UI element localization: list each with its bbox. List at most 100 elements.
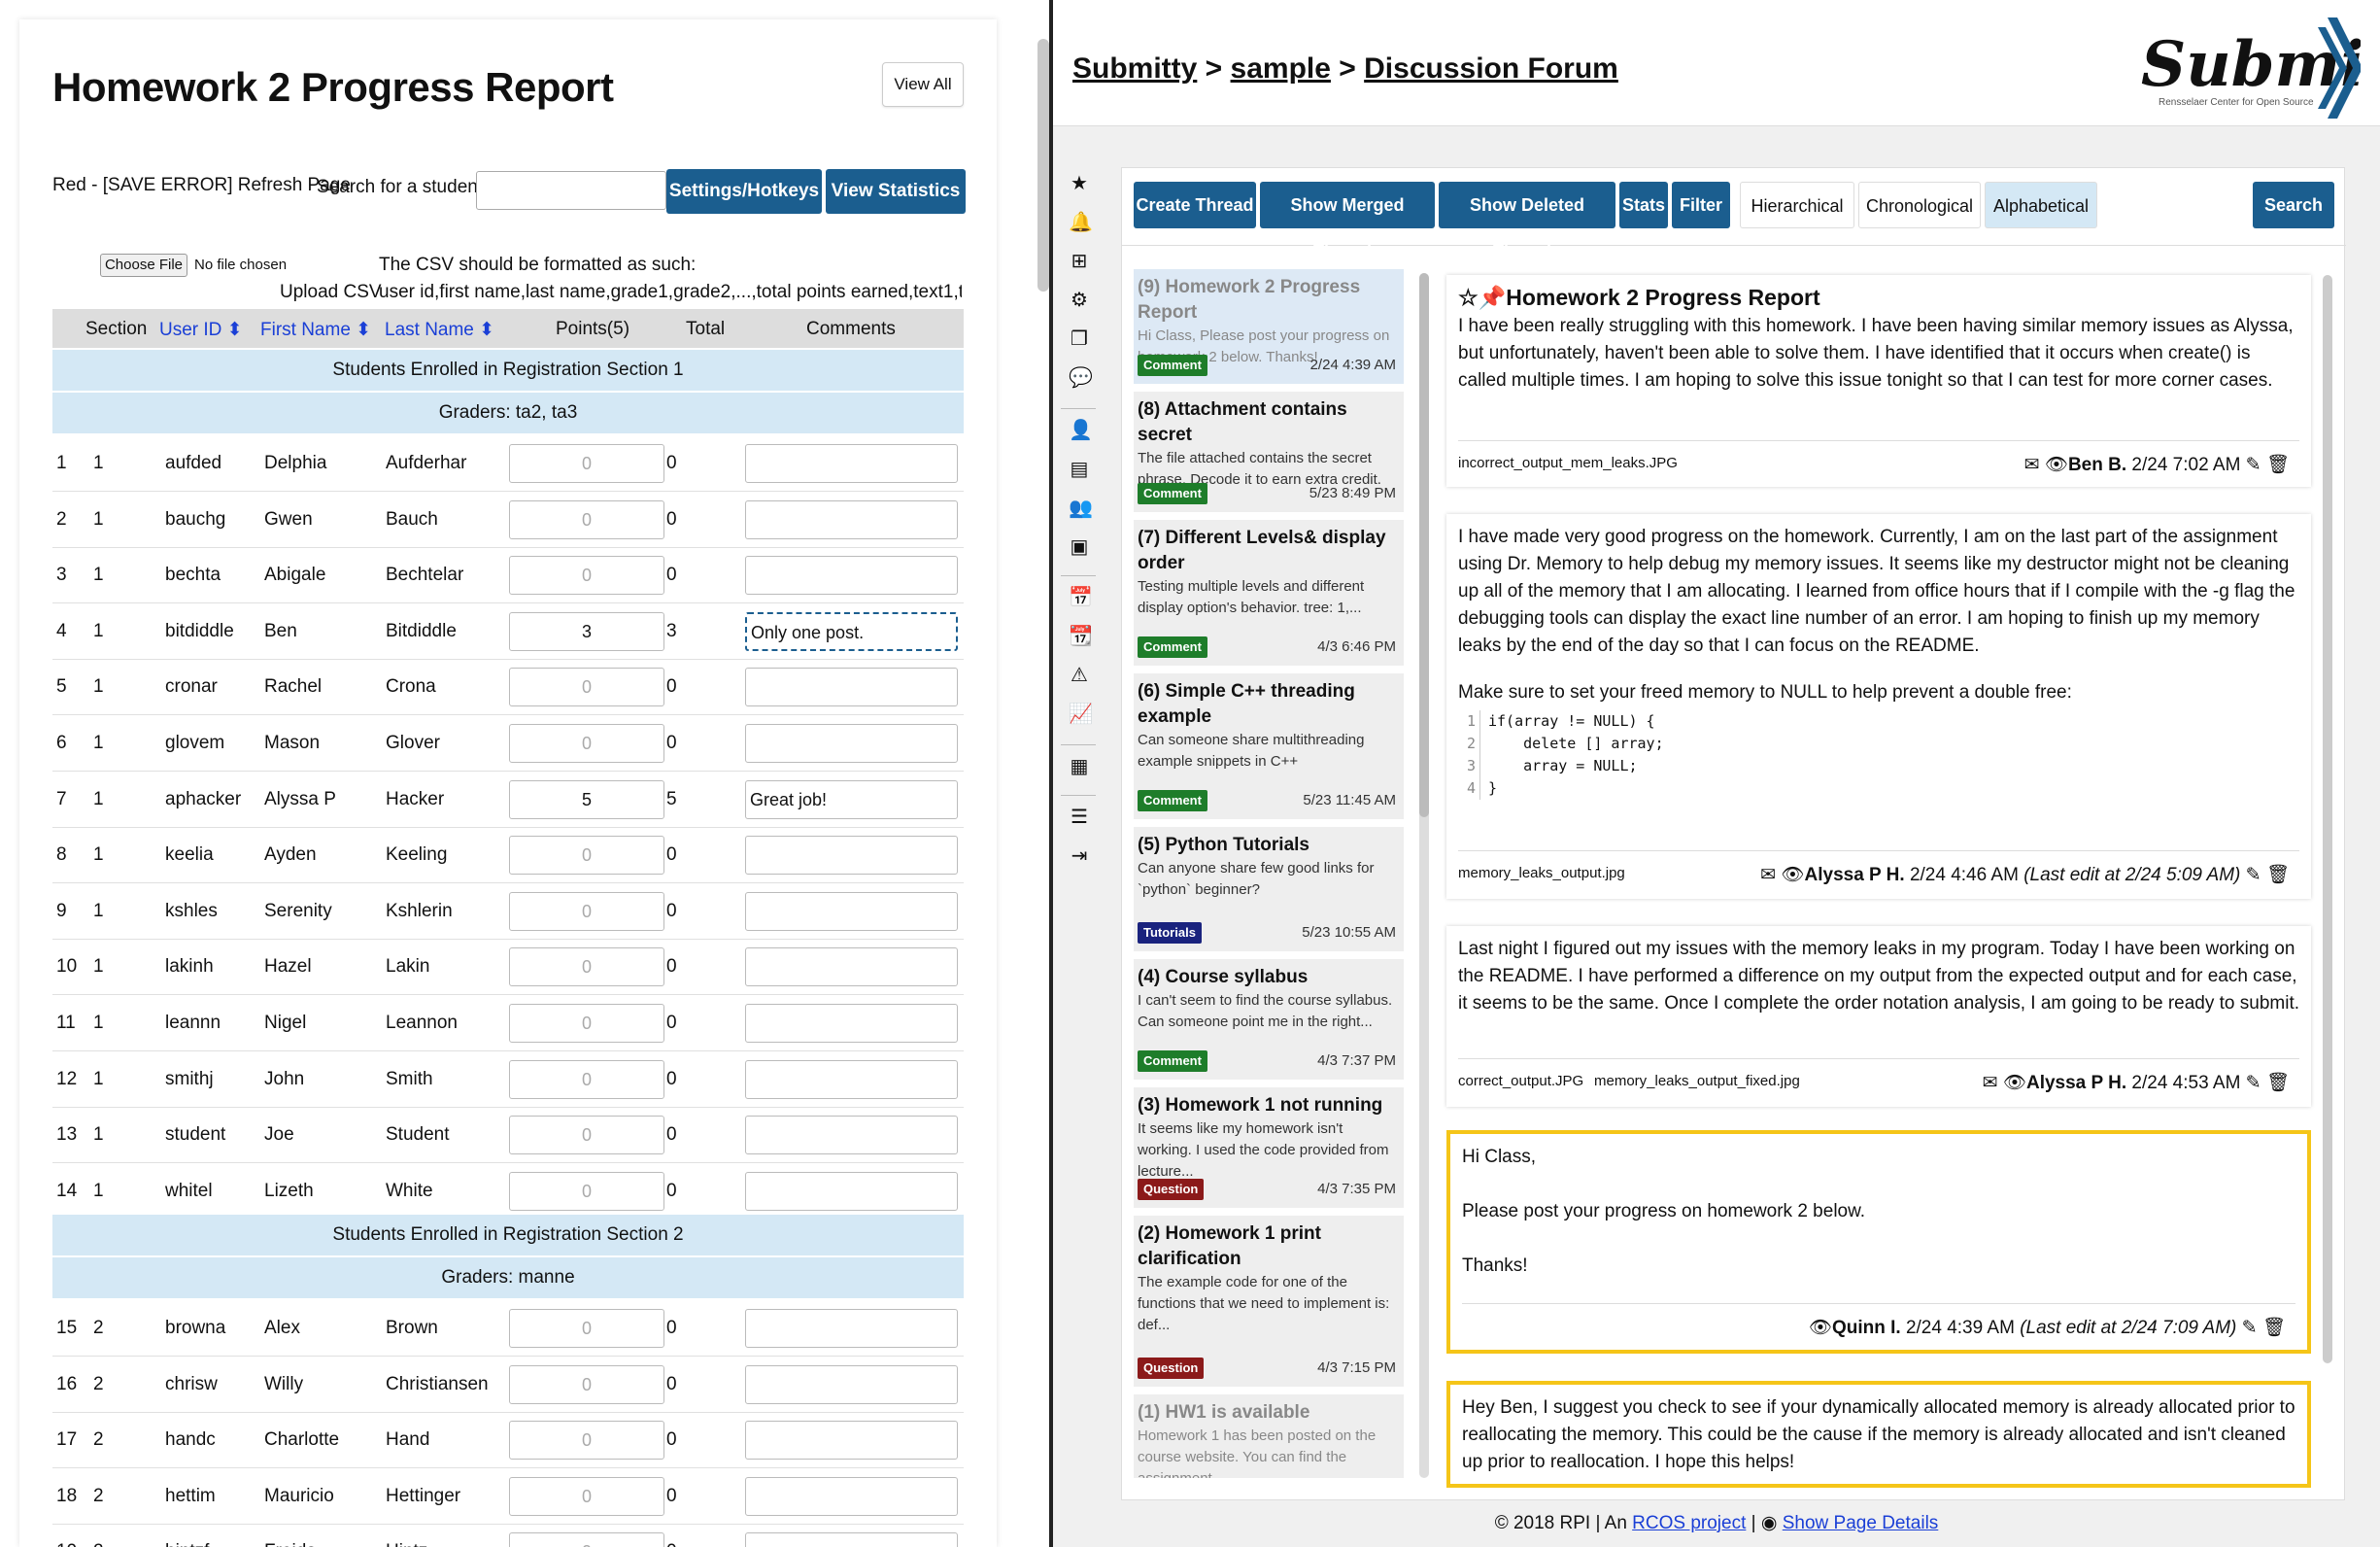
points-input[interactable]: 0 bbox=[509, 1421, 664, 1461]
points-input[interactable]: 0 bbox=[509, 947, 664, 987]
comment-input[interactable] bbox=[745, 724, 958, 763]
trash-icon[interactable]: 🗑 bbox=[2266, 455, 2290, 475]
comment-input[interactable] bbox=[745, 1059, 958, 1099]
calendar-check-icon[interactable]: 📅 bbox=[1069, 587, 1093, 608]
thread-list-item[interactable]: (8) Attachment contains secret The file a… bbox=[1134, 392, 1404, 512]
hierarchical-button[interactable]: Hierarchical bbox=[1740, 182, 1854, 228]
thread-list-item[interactable]: (3) Homework 1 not running It seems like … bbox=[1134, 1087, 1404, 1208]
points-input[interactable]: 5 bbox=[509, 779, 664, 819]
calendar-minus-icon[interactable]: 📆 bbox=[1069, 626, 1093, 647]
create-thread-button[interactable]: Create Thread bbox=[1134, 182, 1256, 228]
eye-icon[interactable]: 👁 bbox=[1809, 1318, 1832, 1338]
envelope-icon[interactable]: ✉ bbox=[1760, 865, 1776, 885]
star-icon[interactable]: ☆ bbox=[1458, 285, 1479, 310]
thread-list-item[interactable]: (2) Homework 1 print clarification The ex… bbox=[1134, 1216, 1404, 1387]
points-input[interactable]: 0 bbox=[509, 444, 664, 483]
comment-input[interactable] bbox=[745, 444, 958, 483]
settings-hotkeys-button[interactable]: Settings/Hotkeys bbox=[666, 169, 822, 214]
header-first-name[interactable]: First Name ⬍ bbox=[260, 319, 371, 341]
users-icon[interactable]: 👥 bbox=[1069, 498, 1093, 519]
id-card-icon[interactable]: ▣ bbox=[1069, 536, 1090, 558]
envelope-icon[interactable]: ✉ bbox=[1983, 1073, 1998, 1093]
user-id-icon[interactable]: 👤 bbox=[1069, 420, 1093, 441]
points-input[interactable]: 0 bbox=[509, 1309, 664, 1348]
view-statistics-button[interactable]: View Statistics bbox=[826, 169, 966, 214]
trash-icon[interactable]: 🗑 bbox=[2262, 1318, 2286, 1338]
upload-csv-label[interactable]: Upload CSV bbox=[280, 282, 382, 303]
comment-input[interactable] bbox=[745, 1171, 958, 1211]
calendar-icon[interactable]: ▦ bbox=[1069, 756, 1090, 777]
edit-icon[interactable]: ✎ bbox=[2246, 1073, 2261, 1093]
view-all-button[interactable]: View All bbox=[882, 62, 964, 107]
comment-input[interactable] bbox=[745, 668, 958, 707]
eye-icon[interactable]: 👁 bbox=[2003, 1073, 2026, 1093]
comment-input[interactable] bbox=[745, 1004, 958, 1043]
points-input[interactable]: 0 bbox=[509, 1476, 664, 1516]
copy-icon[interactable]: ❐ bbox=[1069, 328, 1090, 350]
points-input[interactable]: 0 bbox=[509, 1532, 664, 1547]
bell-icon[interactable]: 🔔 bbox=[1069, 212, 1093, 233]
gradebook-icon[interactable]: ▤ bbox=[1069, 459, 1090, 480]
comments-icon[interactable]: 💬 bbox=[1069, 367, 1093, 389]
rcos-link[interactable]: RCOS project bbox=[1632, 1513, 1746, 1533]
trash-icon[interactable]: 🗑 bbox=[2266, 865, 2290, 885]
thread-list-item[interactable]: (4) Course syllabus I can't seem to find … bbox=[1134, 959, 1404, 1080]
show-deleted-threads-button[interactable]: Show Deleted Threads bbox=[1439, 182, 1615, 261]
student-search-input[interactable] bbox=[476, 171, 666, 210]
show-merged-threads-button[interactable]: Show Merged Threads bbox=[1260, 182, 1435, 261]
menu-icon[interactable]: ☰ bbox=[1069, 807, 1090, 828]
alphabetical-button[interactable]: Alphabetical bbox=[1985, 182, 2097, 228]
eye-icon[interactable]: 👁 bbox=[1781, 865, 1804, 885]
comment-input[interactable] bbox=[745, 1116, 958, 1155]
points-input[interactable]: 0 bbox=[509, 1059, 664, 1099]
breadcrumb-sample[interactable]: sample bbox=[1231, 52, 1331, 85]
comment-input[interactable]: Only one post. bbox=[745, 611, 958, 651]
posts-scrollbar[interactable] bbox=[2323, 275, 2332, 1363]
header-last-name[interactable]: Last Name ⬍ bbox=[385, 319, 494, 341]
warning-icon[interactable]: ⚠ bbox=[1069, 665, 1090, 686]
edit-icon[interactable]: ✎ bbox=[2242, 1318, 2258, 1338]
attachment-link[interactable]: correct_output.JPG bbox=[1458, 1073, 1583, 1089]
stats-button[interactable]: Stats bbox=[1619, 182, 1668, 228]
points-input[interactable]: 0 bbox=[509, 499, 664, 539]
breadcrumb-submitty[interactable]: Submitty bbox=[1072, 52, 1197, 85]
comment-input[interactable] bbox=[745, 499, 958, 539]
points-input[interactable]: 0 bbox=[509, 891, 664, 931]
filter-button[interactable]: Filter bbox=[1672, 182, 1730, 228]
points-input[interactable]: 3 bbox=[509, 611, 664, 651]
show-page-details-link[interactable]: Show Page Details bbox=[1783, 1513, 1939, 1533]
envelope-icon[interactable]: ✉ bbox=[2024, 455, 2040, 475]
thread-list-item[interactable]: (5) Python Tutorials Can anyone share few… bbox=[1134, 827, 1404, 951]
points-input[interactable]: 0 bbox=[509, 1364, 664, 1404]
pin-icon[interactable]: 📌 bbox=[1479, 285, 1507, 310]
attachment-link[interactable]: memory_leaks_output.jpg bbox=[1458, 865, 1625, 881]
comment-input[interactable] bbox=[745, 1309, 958, 1348]
points-input[interactable]: 0 bbox=[509, 1004, 664, 1043]
gear-icon[interactable]: ⚙ bbox=[1069, 290, 1090, 311]
choose-file-button[interactable]: Choose File bbox=[100, 254, 187, 277]
comment-input[interactable] bbox=[745, 1421, 958, 1461]
search-button[interactable]: Search bbox=[2253, 182, 2334, 228]
comment-input[interactable] bbox=[745, 1476, 958, 1516]
header-user-id[interactable]: User ID ⬍ bbox=[159, 319, 243, 341]
comment-input[interactable] bbox=[745, 1364, 958, 1404]
points-input[interactable]: 0 bbox=[509, 668, 664, 707]
comment-input[interactable] bbox=[745, 947, 958, 987]
breadcrumb-forum[interactable]: Discussion Forum bbox=[1364, 52, 1618, 85]
trash-icon[interactable]: 🗑 bbox=[2266, 1073, 2290, 1093]
points-input[interactable]: 0 bbox=[509, 724, 664, 763]
points-input[interactable]: 0 bbox=[509, 1171, 664, 1211]
points-input[interactable]: 0 bbox=[509, 556, 664, 596]
edit-icon[interactable]: ✎ bbox=[2246, 865, 2261, 885]
github-icon[interactable]: ◉ bbox=[1761, 1513, 1778, 1533]
eye-icon[interactable]: 👁 bbox=[2045, 455, 2068, 475]
thread-list-item[interactable]: (7) Different Levels& display order Testi… bbox=[1134, 520, 1404, 666]
edit-icon[interactable]: ✎ bbox=[2246, 455, 2261, 475]
left-pane-scrollbar[interactable] bbox=[1037, 39, 1049, 292]
thread-list-item[interactable]: (9) Homework 2 Progress Report Hi Class, … bbox=[1134, 269, 1404, 384]
points-input[interactable]: 0 bbox=[509, 836, 664, 876]
attachment-link[interactable]: incorrect_output_mem_leaks.JPG bbox=[1458, 455, 1678, 471]
comment-input[interactable] bbox=[745, 836, 958, 876]
logout-icon[interactable]: ⇥ bbox=[1069, 845, 1090, 867]
thread-list-item[interactable]: (6) Simple C++ threading example Can some… bbox=[1134, 673, 1404, 819]
